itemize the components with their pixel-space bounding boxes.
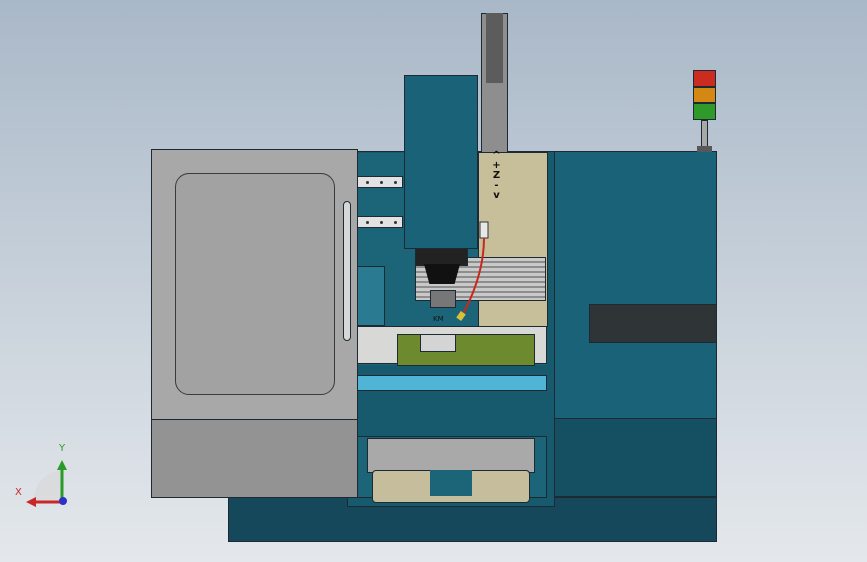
saddle: [367, 438, 535, 473]
control-display-slot: [589, 304, 717, 343]
table-slide: [357, 375, 547, 391]
side-fixture: [357, 266, 385, 326]
axis-triad: [26, 460, 67, 507]
belt-guard-slot: [486, 13, 503, 83]
stack-light-post: [701, 120, 708, 148]
vise: [397, 334, 535, 366]
z-axis-label: ^+Z-v: [491, 150, 502, 200]
stack-light-amber: [693, 87, 716, 103]
door-lower-panel: [151, 419, 358, 498]
stack-light-red: [693, 70, 716, 87]
triad-y-label: Y: [59, 443, 66, 454]
vise-jaw: [420, 334, 456, 352]
triad-x-label: X: [15, 487, 22, 498]
coolant-hose: [456, 221, 489, 321]
saddle-notch: [430, 470, 472, 496]
linear-rail-upper: [357, 176, 403, 188]
door-window: [175, 173, 335, 395]
stack-light-base: [697, 146, 712, 152]
door-handle[interactable]: [343, 201, 351, 341]
stack-light-green: [693, 103, 716, 120]
linear-rail-lower: [357, 216, 403, 228]
right-cabinet-lower-panel: [548, 418, 717, 497]
